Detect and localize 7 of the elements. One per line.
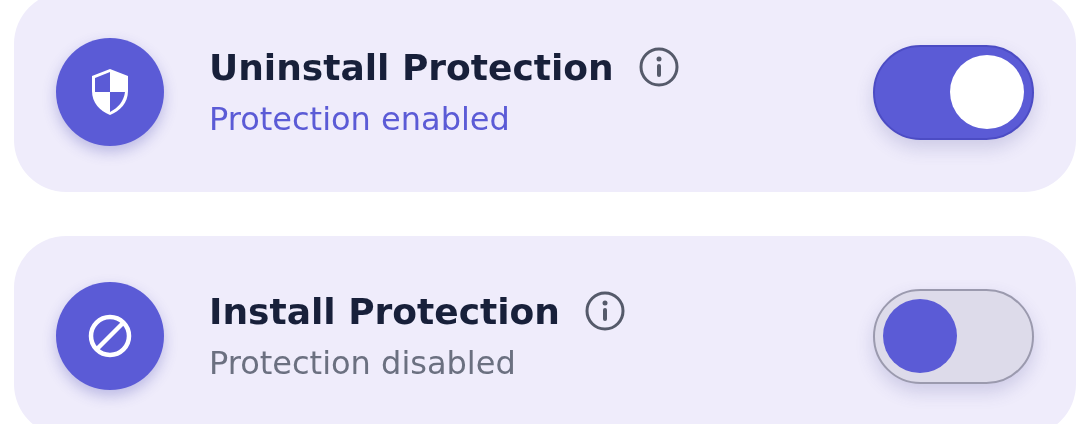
setting-title: Install Protection <box>209 290 560 332</box>
setting-status: Protection enabled <box>209 100 511 138</box>
info-icon[interactable] <box>637 46 680 88</box>
info-icon[interactable] <box>583 290 626 332</box>
setting-status: Protection disabled <box>209 344 517 382</box>
ban-icon <box>86 312 134 360</box>
setting-title: Uninstall Protection <box>209 46 614 88</box>
